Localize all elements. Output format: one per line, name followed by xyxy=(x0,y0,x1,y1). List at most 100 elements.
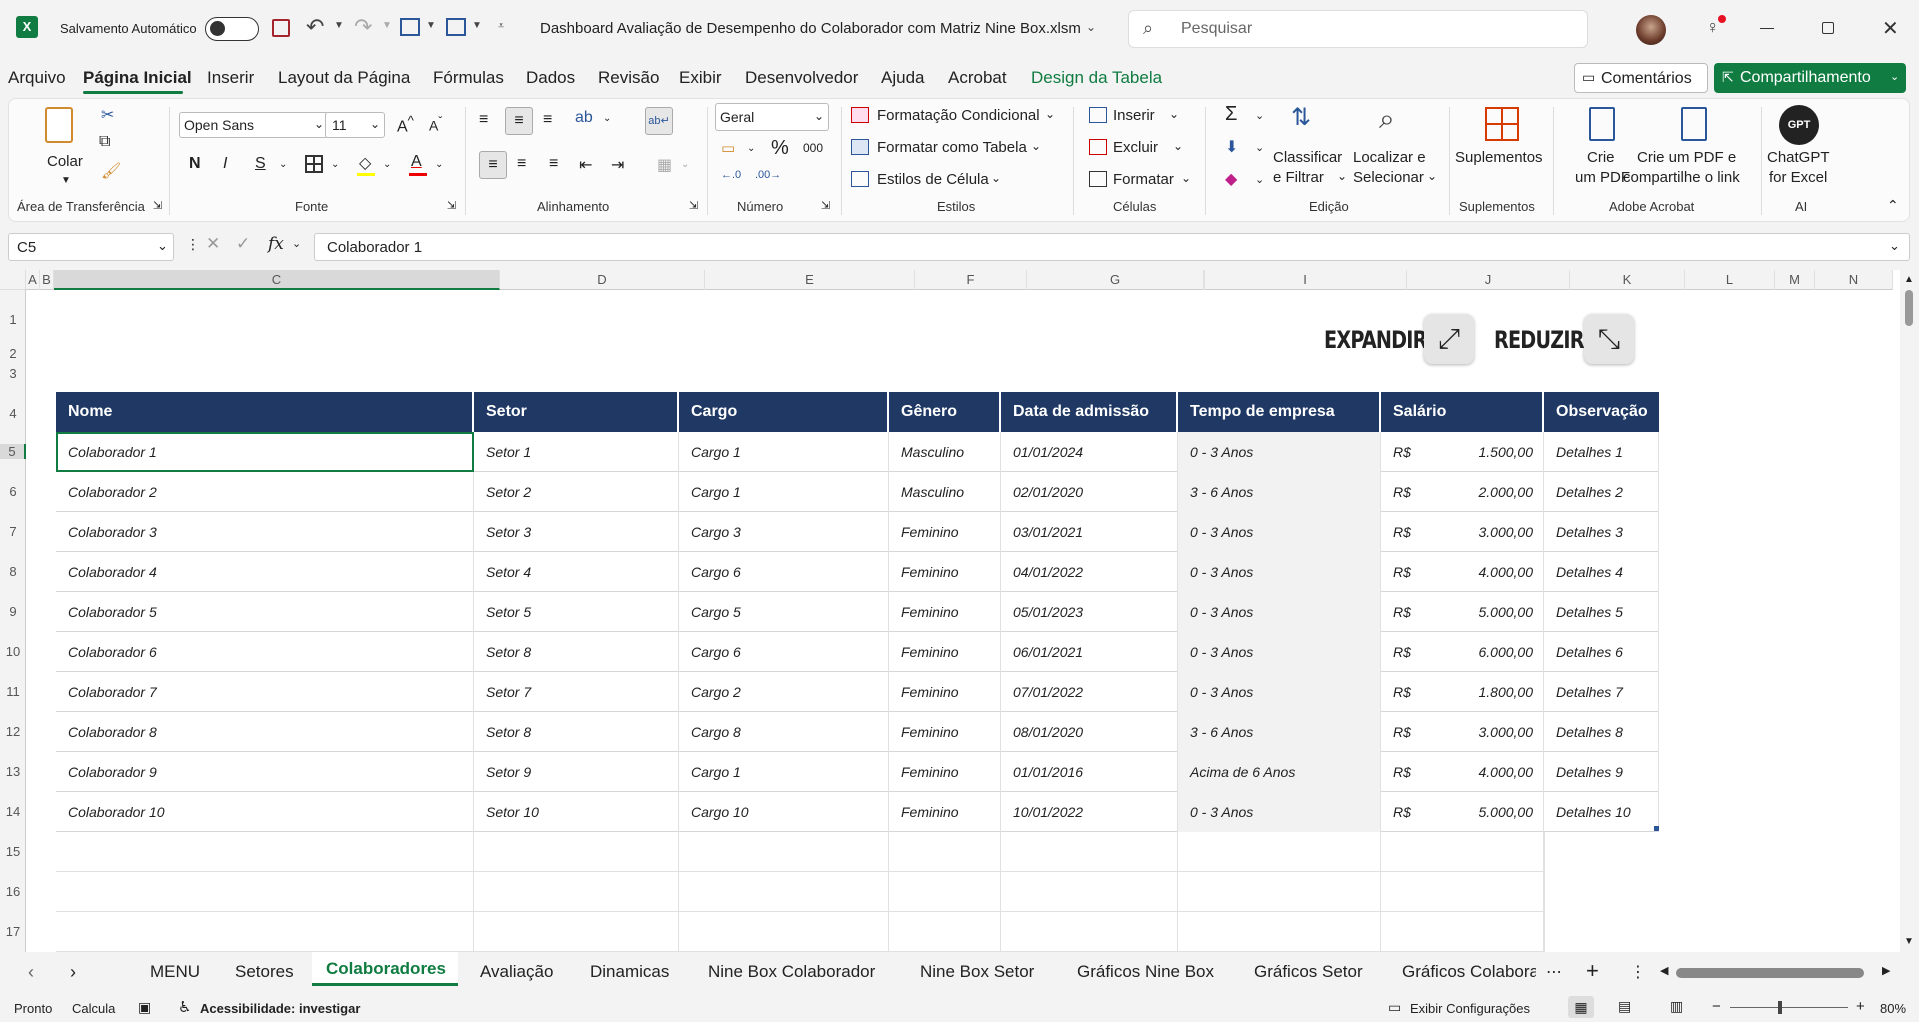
menu-help[interactable]: Ajuda xyxy=(881,68,924,88)
share-button[interactable]: ⇱ Compartilhamento ⌄ xyxy=(1714,63,1906,93)
comments-button[interactable]: ▭ Comentários xyxy=(1574,63,1708,93)
menu-view[interactable]: Exibir xyxy=(679,68,722,88)
cell-name[interactable]: Colaborador 2 xyxy=(56,472,474,512)
cell-tenure[interactable]: 0 - 3 Anos xyxy=(1178,632,1381,672)
merge-dropdown-icon[interactable]: ⌄ xyxy=(681,159,689,170)
pdf-share-label-2[interactable]: compartilhe o link xyxy=(1623,169,1740,186)
form-icon[interactable] xyxy=(400,18,420,36)
addins-icon[interactable] xyxy=(1485,107,1519,141)
search-box[interactable]: ⌕ Pesquisar xyxy=(1128,10,1588,48)
page-break-view-icon[interactable]: ▥ xyxy=(1670,998,1683,1015)
cell-name[interactable]: Colaborador 5 xyxy=(56,592,474,632)
delete-cells-chevron-icon[interactable]: ⌄ xyxy=(1173,139,1183,153)
horizontal-scroll-thumb[interactable] xyxy=(1676,968,1864,978)
empty-cell[interactable] xyxy=(1178,912,1381,952)
cell-role[interactable]: Cargo 10 xyxy=(679,792,889,832)
cell-styles-icon[interactable] xyxy=(851,171,869,187)
cell-gender[interactable]: Feminino xyxy=(889,552,1001,592)
sort-filter-icon[interactable]: ⇅ xyxy=(1291,103,1311,132)
col-header-l[interactable]: L xyxy=(1685,270,1775,290)
cell-name[interactable]: Colaborador 8 xyxy=(56,712,474,752)
font-name-select[interactable]: Open Sans ⌄ xyxy=(179,112,329,138)
find-select-label-2[interactable]: Selecionar xyxy=(1353,169,1424,186)
redo-dropdown-icon[interactable]: ▼ xyxy=(382,20,392,31)
restore-icon[interactable] xyxy=(1822,22,1834,34)
cell-notes[interactable]: Detalhes 4 xyxy=(1544,552,1659,592)
menu-file[interactable]: Arquivo xyxy=(8,68,66,88)
header-name[interactable]: Nome xyxy=(56,392,474,432)
cell-sector[interactable]: Setor 8 xyxy=(474,632,679,672)
cell-role[interactable]: Cargo 1 xyxy=(679,472,889,512)
tab-dinamicas[interactable]: Dinamicas xyxy=(590,962,669,982)
undo-icon[interactable]: ↶ xyxy=(306,14,324,40)
cell-tenure[interactable]: 0 - 3 Anos xyxy=(1178,512,1381,552)
insert-cells-icon[interactable] xyxy=(1089,107,1107,123)
tab-graficos-setor[interactable]: Gráficos Setor xyxy=(1254,962,1363,982)
menu-developer[interactable]: Desenvolvedor xyxy=(745,68,858,88)
sort-filter-chevron-icon[interactable]: ⌄ xyxy=(1337,169,1347,183)
zoom-level[interactable]: 80% xyxy=(1880,1001,1906,1016)
col-header-e[interactable]: E xyxy=(705,270,915,290)
empty-cell[interactable] xyxy=(1178,832,1381,872)
menu-home[interactable]: Página Inicial xyxy=(83,68,192,88)
save-icon[interactable] xyxy=(272,19,290,37)
cell-salary[interactable]: R$ 4.000,00 xyxy=(1381,552,1544,592)
insert-cells-button[interactable]: Inserir xyxy=(1113,107,1155,124)
col-header-k[interactable]: K xyxy=(1570,270,1685,290)
cell-gender[interactable]: Feminino xyxy=(889,592,1001,632)
header-notes[interactable]: Observação xyxy=(1544,392,1659,432)
cell-notes[interactable]: Detalhes 2 xyxy=(1544,472,1659,512)
row-header-4[interactable]: 4 xyxy=(0,406,26,421)
cell-sector[interactable]: Setor 4 xyxy=(474,552,679,592)
cell-sector[interactable]: Setor 2 xyxy=(474,472,679,512)
sheet-options-icon[interactable]: ⋮ xyxy=(1630,962,1646,982)
cell-tenure[interactable]: 0 - 3 Anos xyxy=(1178,792,1381,832)
table-tool-dropdown-icon[interactable]: ▼ xyxy=(472,20,482,31)
undo-dropdown-icon[interactable]: ▼ xyxy=(334,20,344,31)
create-pdf-icon[interactable] xyxy=(1589,107,1615,141)
paste-button[interactable]: Colar xyxy=(47,153,83,170)
row-header-16[interactable]: 16 xyxy=(0,884,26,899)
avatar[interactable] xyxy=(1636,15,1666,45)
empty-cell[interactable] xyxy=(56,912,474,952)
conditional-formatting-button[interactable]: Formatação Condicional xyxy=(877,107,1040,124)
tab-colaboradores[interactable]: Colaboradores xyxy=(326,959,446,979)
row-header-3[interactable]: 3 xyxy=(0,366,26,381)
cell-date[interactable]: 03/01/2021 xyxy=(1001,512,1178,552)
empty-cell[interactable] xyxy=(474,872,679,912)
form-dropdown-icon[interactable]: ▼ xyxy=(426,20,436,31)
empty-cell[interactable] xyxy=(889,832,1001,872)
tab-next-icon[interactable]: › xyxy=(70,962,76,983)
addins-button[interactable]: Suplementos xyxy=(1455,149,1543,166)
italic-button[interactable]: I xyxy=(223,155,227,173)
redo-icon[interactable]: ↷ xyxy=(354,14,372,40)
menu-data[interactable]: Dados xyxy=(526,68,575,88)
align-right-icon[interactable]: ≡ xyxy=(549,155,558,173)
font-size-select[interactable]: 11 ⌄ xyxy=(325,112,385,138)
tab-menu[interactable]: MENU xyxy=(150,962,200,982)
empty-cell[interactable] xyxy=(679,912,889,952)
cell-notes[interactable]: Detalhes 5 xyxy=(1544,592,1659,632)
more-tabs-icon[interactable]: ⋯ xyxy=(1546,962,1562,982)
format-as-table-button[interactable]: Formatar como Tabela xyxy=(877,139,1027,156)
autosave-toggle[interactable] xyxy=(205,17,259,41)
number-launcher-icon[interactable]: ⇲ xyxy=(821,199,830,212)
formula-input[interactable]: Colaborador 1 ⌄ xyxy=(314,233,1910,261)
fill-color-icon[interactable]: ◇ xyxy=(359,153,371,173)
tab-nine-box-colaborador[interactable]: Nine Box Colaborador xyxy=(708,962,875,982)
cell-role[interactable]: Cargo 1 xyxy=(679,752,889,792)
empty-cell[interactable] xyxy=(1381,832,1544,872)
status-calc[interactable]: Calcula xyxy=(72,1001,115,1016)
customize-qat-icon[interactable]: ⩡ xyxy=(498,20,504,33)
create-pdf-label-2[interactable]: um PDF xyxy=(1575,169,1630,186)
number-format-select[interactable]: Geral ⌄ xyxy=(715,103,829,131)
cell-sector[interactable]: Setor 3 xyxy=(474,512,679,552)
cell-tenure[interactable]: 0 - 3 Anos xyxy=(1178,432,1381,472)
cell-notes[interactable]: Detalhes 1 xyxy=(1544,432,1659,472)
chatgpt-label-2[interactable]: for Excel xyxy=(1769,169,1827,186)
delete-cells-icon[interactable] xyxy=(1089,139,1107,155)
cell-date[interactable]: 07/01/2022 xyxy=(1001,672,1178,712)
col-header-f[interactable]: F xyxy=(915,270,1027,290)
zoom-slider[interactable] xyxy=(1730,1001,1848,1014)
col-header-b[interactable]: B xyxy=(40,270,54,290)
